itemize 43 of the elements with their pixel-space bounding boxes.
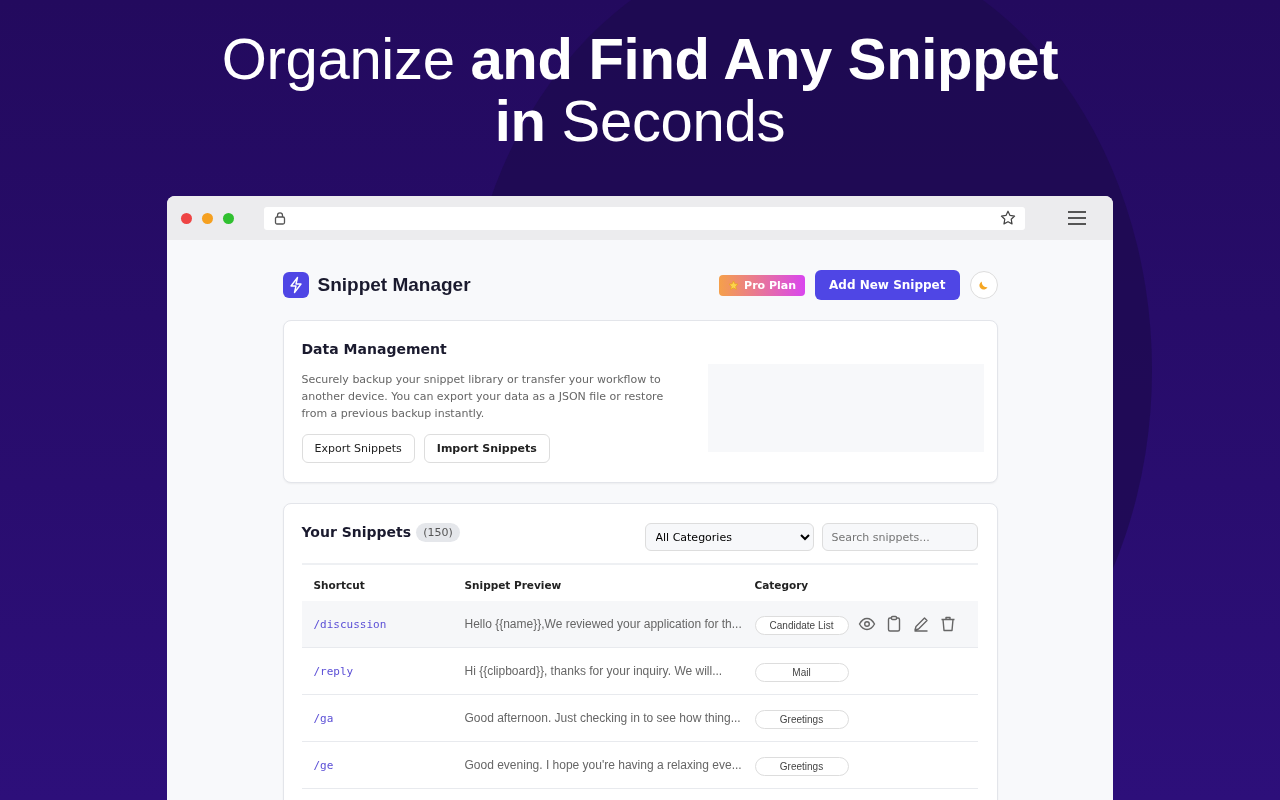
add-snippet-button[interactable]: Add New Snippet [815, 270, 960, 300]
shortcut-cell-text: /ge [312, 758, 335, 772]
app-title: Snippet Manager [317, 274, 471, 296]
description: Securely backup your snippet library or transfer your workflow to another device. You can export your data as a JSON file or restore from a previous backup instantly. [301, 372, 665, 422]
shortcut-cell-text: /reply [312, 664, 355, 678]
star-icon[interactable] [999, 209, 1017, 227]
close-dot[interactable] [181, 212, 192, 224]
category-tag: Candidate List [754, 615, 849, 635]
column-header: Shortcut [312, 578, 366, 591]
lightning-logo-icon [282, 272, 309, 298]
column-header: Snippet Preview [463, 578, 563, 591]
pencil-icon[interactable] [911, 615, 930, 633]
table-row[interactable]: /ge Good evening. I hope you're having a relaxing eve... Greetings [301, 742, 978, 789]
search-field[interactable]: Search snippets... [821, 523, 978, 551]
theme-toggle[interactable] [969, 271, 998, 299]
preview-cell-text: Good evening. I hope you're having a relaxing eve... [463, 758, 743, 772]
table-row[interactable]: /ga Good afternoon. Just checking in to see how thing... Greetings [301, 695, 978, 742]
column-header: Category [753, 578, 810, 591]
export-button[interactable]: Export Snippets [301, 434, 415, 463]
category-dropdown[interactable]: All Categories [644, 523, 814, 551]
category-tag: Greetings [754, 756, 849, 776]
lock-icon [273, 211, 287, 225]
shortcut-cell-text: /ga [312, 711, 335, 725]
minimize-dot[interactable] [202, 212, 213, 224]
headline: Organize and Find Any Snippet in Seconds [220, 28, 1060, 152]
import-button[interactable]: Import Snippets [423, 434, 550, 463]
preview-cell-text: Hi {{clipboard}}, thanks for your inquiry. We will... [463, 664, 724, 678]
table-row[interactable]: /reply Hi {{clipboard}}, thanks for your inquiry. We will... Mail [301, 648, 978, 695]
plan-label: Pro Plan [744, 278, 797, 292]
menu-icon[interactable] [1067, 210, 1087, 226]
shortcut-cell-text: /discussion [312, 617, 388, 631]
category-tag: Mail [754, 662, 849, 682]
maximize-dot[interactable] [223, 212, 234, 224]
moon-icon [977, 279, 990, 291]
table-row[interactable]: /discussion Hello {{name}},We reviewed your application for th... Candidate List [301, 601, 978, 648]
eye-icon[interactable] [857, 615, 876, 633]
snippet-count: (150) [416, 522, 460, 542]
card-title: Data Management [301, 341, 448, 357]
card-title: Your Snippets [301, 524, 412, 540]
preview-cell-text: Good afternoon. Just checking in to see how thing... [463, 711, 742, 725]
preview-cell-text: Hello {{name}},We reviewed your application for th... [463, 617, 743, 631]
category-tag: Greetings [754, 709, 849, 729]
star-icon [728, 279, 740, 291]
